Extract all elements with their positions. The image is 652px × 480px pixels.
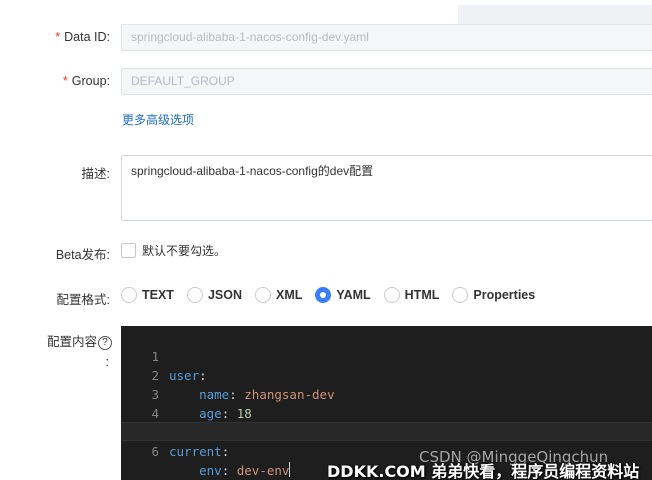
ddkk-watermark: DDKK.COM 弟弟快看，程序员编程资料站: [327, 462, 640, 480]
code-line: 4: [121, 385, 652, 421]
beta-checkbox[interactable]: [121, 243, 136, 258]
format-option-properties[interactable]: Properties: [452, 287, 535, 303]
format-option-json[interactable]: JSON: [186, 287, 242, 303]
radio-label: TEXT: [142, 288, 174, 302]
radio-circle[interactable]: [121, 287, 137, 303]
radio-circle[interactable]: [186, 287, 203, 303]
group-label-text: Group:: [71, 74, 110, 88]
required-mark: *: [62, 74, 68, 88]
radio-circle[interactable]: [452, 287, 469, 303]
format-option-html[interactable]: HTML: [383, 287, 440, 303]
radio-circle[interactable]: [383, 287, 400, 303]
beta-checkbox-label: 默认不要勾选。: [142, 244, 227, 258]
more-advanced-options-link[interactable]: 更多高级选项: [122, 111, 194, 128]
code-line-active: 6 env: dev-env: [121, 422, 652, 478]
code-line: 5 current:: [121, 404, 652, 459]
format-label: 配置格式:: [56, 293, 110, 307]
description-label: 描述:: [81, 167, 110, 181]
content-label-text: 配置内容: [46, 335, 97, 349]
data-id-input[interactable]: springcloud-alibaba-1-nacos-config-dev.y…: [121, 24, 652, 51]
required-mark: *: [55, 30, 61, 44]
beta-label: Beta发布:: [55, 248, 110, 262]
yaml-key: current: [169, 444, 222, 459]
radio-label: XML: [276, 288, 303, 302]
yaml-sep: :: [221, 463, 237, 478]
radio-label: Properties: [473, 288, 536, 302]
code-line: 2 name: zhangsan-dev: [121, 347, 652, 402]
yaml-sep: :: [221, 444, 230, 459]
line-number: 6: [151, 444, 159, 459]
content-label-colon: :: [105, 355, 109, 369]
format-option-yaml[interactable]: YAML: [315, 287, 371, 303]
radio-circle-checked[interactable]: [315, 287, 332, 303]
data-id-label-text: Data ID:: [64, 30, 110, 44]
radio-label: HTML: [404, 288, 440, 302]
description-textarea[interactable]: springcloud-alibaba-1-nacos-config的dev配置: [121, 155, 652, 221]
content-label: 配置内容? :: [0, 332, 112, 372]
format-radio-group: TEXT JSON XML YAML HTML Properties: [121, 287, 548, 303]
group-label: * Group:: [0, 74, 110, 88]
format-option-xml[interactable]: XML: [255, 287, 302, 303]
group-input[interactable]: DEFAULT_GROUP: [121, 68, 652, 95]
yaml-key: env: [199, 463, 222, 478]
yaml-value: dev-env: [236, 463, 290, 478]
format-option-text[interactable]: TEXT: [121, 287, 174, 303]
radio-label: YAML: [336, 288, 371, 302]
data-id-label: * Data ID:: [0, 30, 110, 44]
help-icon[interactable]: ?: [98, 335, 112, 350]
code-line: 3 age: 18: [121, 366, 652, 421]
text-cursor: [289, 462, 291, 477]
code-line: 1 user:: [121, 328, 652, 383]
radio-circle[interactable]: [255, 287, 271, 303]
radio-label: JSON: [207, 288, 242, 302]
beta-checkbox-row[interactable]: 默认不要勾选。: [121, 242, 226, 259]
